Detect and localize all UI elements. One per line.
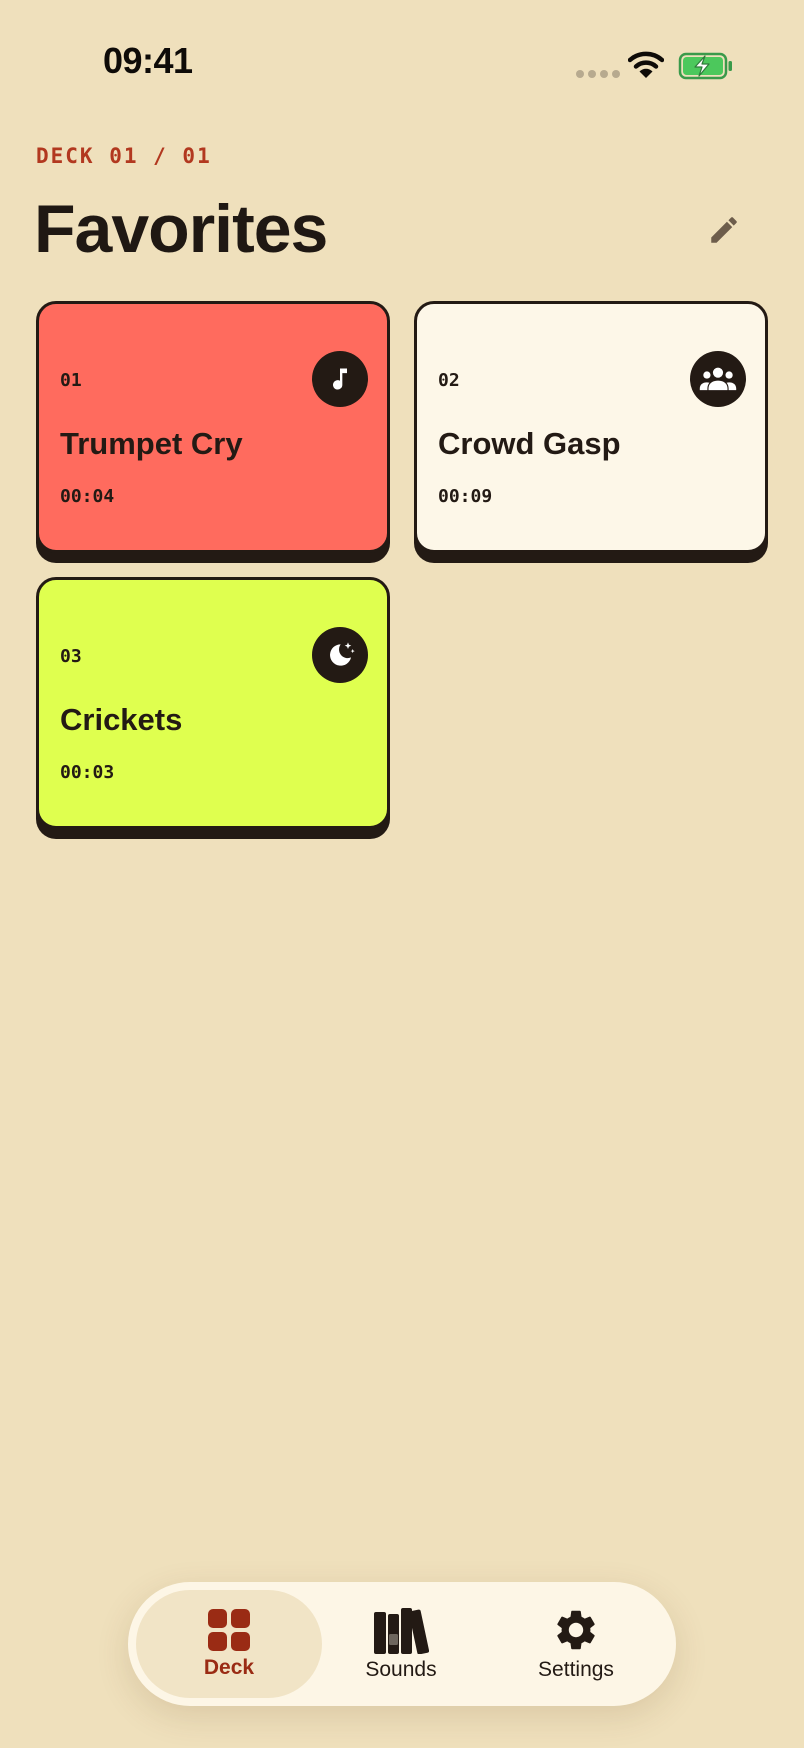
signal-icon: [576, 70, 620, 78]
tab-bar: Deck Sounds Settings: [128, 1582, 676, 1706]
page-title: Favorites: [34, 191, 328, 267]
grid-icon: [208, 1609, 250, 1651]
card-duration: 00:03: [60, 762, 115, 783]
sound-card[interactable]: 01 Trumpet Cry 00:04: [36, 301, 390, 553]
status-time: 09:41: [103, 40, 193, 81]
tab-label: Settings: [538, 1658, 614, 1681]
library-icon: [374, 1608, 429, 1654]
wifi-icon: [628, 51, 664, 78]
card-duration: 00:09: [438, 486, 493, 507]
tab-sounds[interactable]: Sounds: [318, 1590, 484, 1698]
gear-icon: [557, 1610, 595, 1650]
card-number: 01: [60, 370, 82, 391]
status-bar: 09:41: [0, 0, 804, 130]
card-title: Trumpet Cry: [60, 426, 243, 461]
card-title: Crickets: [60, 702, 183, 737]
pencil-icon: [711, 217, 737, 243]
card-number: 03: [60, 646, 82, 667]
sound-card[interactable]: 03 Crickets 00:03: [36, 577, 390, 829]
edit-button[interactable]: [700, 206, 748, 254]
music-note-icon: [312, 351, 368, 407]
group-icon: [690, 351, 746, 407]
tab-label: Deck: [203, 1656, 255, 1679]
battery-charging-icon: [678, 52, 732, 80]
card-title: Crowd Gasp: [438, 426, 621, 461]
tab-label: Sounds: [365, 1658, 437, 1681]
moon-stars-icon: [312, 627, 368, 683]
tab-settings[interactable]: Settings: [484, 1590, 668, 1698]
tab-deck[interactable]: Deck: [136, 1590, 322, 1698]
deck-indicator: DECK 01 / 01: [36, 144, 212, 168]
sound-card[interactable]: 02 Crowd Gasp 00:09: [414, 301, 768, 553]
card-duration: 00:04: [60, 486, 115, 507]
card-number: 02: [438, 370, 460, 391]
